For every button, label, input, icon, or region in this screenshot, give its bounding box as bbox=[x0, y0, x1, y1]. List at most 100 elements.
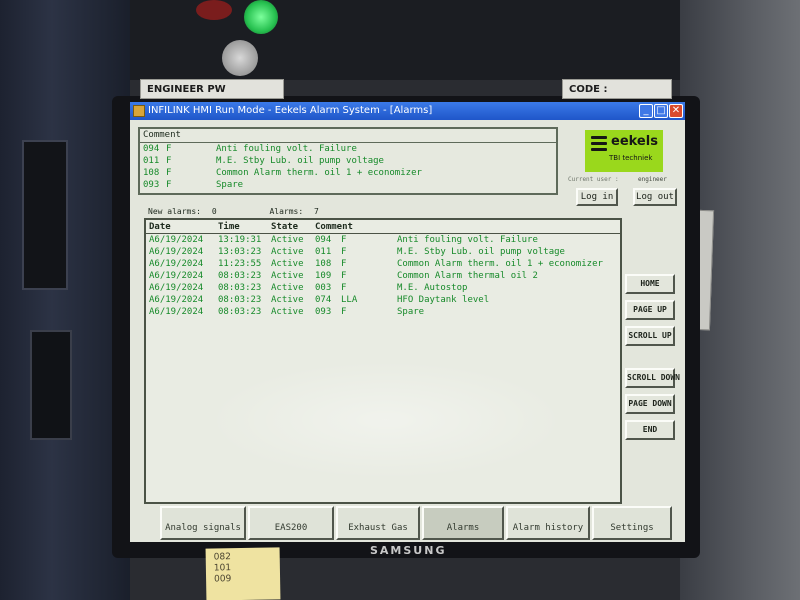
hmi-screen: INFILINK HMI Run Mode - Eekels Alarm Sys… bbox=[130, 102, 685, 542]
row-time: 08:03:23 bbox=[218, 295, 262, 305]
active-alarm-row[interactable]: 011 F M.E. Stby Lub. oil pump voltage bbox=[140, 155, 556, 167]
column-header-comment[interactable]: Comment bbox=[315, 220, 620, 233]
row-time: 11:23:55 bbox=[218, 259, 262, 269]
alarms-total-label: Alarms: bbox=[269, 207, 304, 216]
row-date: A6/19/2024 bbox=[149, 247, 204, 257]
table-row[interactable]: A6/19/2024 08:03:23 Active 003 F M.E. Autosto… bbox=[146, 282, 620, 294]
alarm-type: F bbox=[166, 144, 172, 154]
close-button[interactable]: ✕ bbox=[669, 104, 683, 118]
app-icon bbox=[133, 105, 145, 117]
login-button[interactable]: Log in bbox=[576, 188, 618, 206]
end-button[interactable]: END bbox=[625, 420, 675, 440]
row-code: 003 bbox=[315, 283, 332, 293]
row-date: A6/19/2024 bbox=[149, 271, 204, 281]
row-comment: HFO Daytank level bbox=[397, 295, 490, 305]
table-row[interactable]: A6/19/2024 08:03:23 Active 093 F Spare bbox=[146, 306, 620, 318]
active-alarm-row[interactable]: 093 F Spare bbox=[140, 179, 556, 191]
row-type: F bbox=[341, 247, 347, 257]
active-alarm-row[interactable]: 108 F Common Alarm therm. oil 1 + economiz… bbox=[140, 167, 556, 179]
alarm-comment: Anti fouling volt. Failure bbox=[216, 144, 357, 154]
home-button[interactable]: HOME bbox=[625, 274, 675, 294]
bezel-label-left: ENGINEER PW engineer bbox=[140, 79, 284, 115]
alarm-table-body: A6/19/2024 13:19:31 Active 094 F Anti fouling… bbox=[146, 234, 620, 318]
alarm-counters: New alarms: 0 Alarms: 7 bbox=[148, 207, 325, 216]
row-state: Active bbox=[271, 271, 304, 281]
row-state: Active bbox=[271, 247, 304, 257]
alarm-code: 094 bbox=[143, 144, 160, 154]
logout-button[interactable]: Log out bbox=[633, 188, 677, 206]
alarm-code: 108 bbox=[143, 168, 160, 178]
row-type: F bbox=[341, 283, 347, 293]
row-code: 074 bbox=[315, 295, 332, 305]
tab-eas200[interactable]: EAS200 bbox=[248, 506, 334, 540]
new-alarms-value: 0 bbox=[211, 207, 217, 216]
maximize-button[interactable]: □ bbox=[654, 104, 668, 118]
row-comment: Anti fouling volt. Failure bbox=[397, 235, 538, 245]
table-row[interactable]: A6/19/2024 11:23:55 Active 108 F Common Alarm… bbox=[146, 258, 620, 270]
row-type: F bbox=[341, 271, 347, 281]
row-code: 108 bbox=[315, 259, 332, 269]
page-down-button[interactable]: PAGE DOWN bbox=[625, 394, 675, 414]
red-indicator-lamp bbox=[196, 0, 232, 20]
column-header-date[interactable]: Date bbox=[146, 220, 218, 233]
table-row[interactable]: A6/19/2024 13:03:23 Active 011 F M.E. Stby Lu… bbox=[146, 246, 620, 258]
alarm-code: 011 bbox=[143, 156, 160, 166]
alarms-total-value: 7 bbox=[314, 207, 319, 216]
side-panel-device bbox=[22, 140, 68, 290]
grey-push-button bbox=[222, 40, 258, 76]
alarm-type: F bbox=[166, 168, 172, 178]
scroll-down-button[interactable]: SCROLL DOWN bbox=[625, 368, 680, 388]
side-panel-device-lower bbox=[30, 330, 72, 440]
row-comment: Spare bbox=[397, 307, 425, 317]
row-time: 13:03:23 bbox=[218, 247, 262, 257]
active-alarms-header: Comment bbox=[140, 129, 556, 143]
table-row[interactable]: A6/19/2024 13:19:31 Active 094 F Anti fouling… bbox=[146, 234, 620, 246]
row-state: Active bbox=[271, 283, 304, 293]
row-date: A6/19/2024 bbox=[149, 259, 204, 269]
eekels-logo: eekels TBI techniek bbox=[585, 130, 663, 172]
table-row[interactable]: A6/19/2024 08:03:23 Active 109 F Common Alarm… bbox=[146, 270, 620, 282]
row-state: Active bbox=[271, 295, 304, 305]
row-state: Active bbox=[271, 307, 304, 317]
logo-name: eekels bbox=[611, 134, 658, 149]
row-date: A6/19/2024 bbox=[149, 235, 204, 245]
alarm-table: Date Time State Comment A6/19/2024 13:19:… bbox=[144, 218, 622, 504]
scroll-up-button[interactable]: SCROLL UP bbox=[625, 326, 675, 346]
row-type: F bbox=[341, 259, 347, 269]
logo-subtitle: TBI techniek bbox=[609, 154, 653, 162]
window-titlebar: INFILINK HMI Run Mode - Eekels Alarm Sys… bbox=[130, 102, 685, 120]
column-header-time[interactable]: Time bbox=[218, 220, 271, 233]
row-time: 08:03:23 bbox=[218, 283, 262, 293]
table-row[interactable]: A6/19/2024 08:03:23 Active 074 LLA HFO Daytan… bbox=[146, 294, 620, 306]
alarm-type: F bbox=[166, 180, 172, 190]
row-comment: M.E. Autostop bbox=[397, 283, 468, 293]
row-state: Active bbox=[271, 259, 304, 269]
row-time: 08:03:23 bbox=[218, 271, 262, 281]
tab-alarms[interactable]: Alarms bbox=[422, 506, 504, 540]
row-type: F bbox=[341, 235, 347, 245]
column-header-state[interactable]: State bbox=[271, 220, 315, 233]
active-alarm-row[interactable]: 094 F Anti fouling volt. Failure bbox=[140, 143, 556, 155]
alarm-code: 093 bbox=[143, 180, 160, 190]
tab-analog-signals[interactable]: Analog signals bbox=[160, 506, 246, 540]
alarm-comment: M.E. Stby Lub. oil pump voltage bbox=[216, 156, 384, 166]
minimize-button[interactable]: _ bbox=[639, 104, 653, 118]
row-date: A6/19/2024 bbox=[149, 283, 204, 293]
active-alarms-list: 094 F Anti fouling volt. Failure 011 F M.E. S… bbox=[140, 143, 556, 191]
eekels-logo-icon bbox=[591, 136, 607, 152]
page-up-button[interactable]: PAGE UP bbox=[625, 300, 675, 320]
sticky-note-line: 009 bbox=[214, 574, 232, 585]
tab-exhaust-gas[interactable]: Exhaust Gas bbox=[336, 506, 420, 540]
row-date: A6/19/2024 bbox=[149, 295, 204, 305]
row-time: 13:19:31 bbox=[218, 235, 262, 245]
row-type: F bbox=[341, 307, 347, 317]
current-user-caption: Current user : bbox=[568, 176, 619, 183]
tab-settings[interactable]: Settings bbox=[592, 506, 672, 540]
sticky-note: 082 101 009 bbox=[205, 547, 281, 600]
alarm-comment: Common Alarm therm. oil 1 + economizer bbox=[216, 168, 422, 178]
alarm-type: F bbox=[166, 156, 172, 166]
green-indicator-lamp bbox=[244, 0, 278, 34]
current-user-name: engineer bbox=[638, 176, 667, 183]
tab-alarm-history[interactable]: Alarm history bbox=[506, 506, 590, 540]
row-date: A6/19/2024 bbox=[149, 307, 204, 317]
